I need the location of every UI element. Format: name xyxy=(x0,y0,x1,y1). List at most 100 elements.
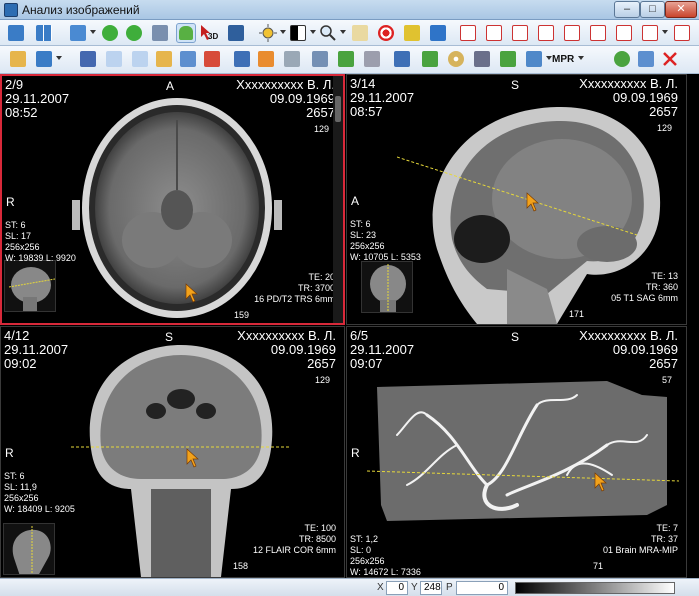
slice-thickness: ST: 6 xyxy=(4,471,25,481)
study-date: 29.11.2007 xyxy=(5,91,70,106)
pixel-value: 0 xyxy=(456,581,508,595)
birth-date: 09.09.1969 xyxy=(612,90,678,105)
mpr-button[interactable]: MPR xyxy=(552,54,574,65)
viewport-coronal[interactable]: 4/12 29.11.2007 09:02 Xxxxxxxxxx В. Л. 0… xyxy=(0,326,345,578)
patient-name: Xxxxxxxxxx В. Л. xyxy=(236,77,335,92)
mra-mip-image xyxy=(367,381,679,521)
matrix-size: 256x256 xyxy=(4,493,39,503)
angle-tool-icon[interactable] xyxy=(458,23,478,43)
paste-icon[interactable] xyxy=(130,49,150,69)
repetition-time: TR: 360 xyxy=(645,282,678,292)
patient-icon[interactable] xyxy=(176,23,196,43)
echo-time: TE: 20 xyxy=(308,272,335,282)
sync-icon[interactable] xyxy=(612,49,632,69)
box-icon[interactable] xyxy=(524,49,544,69)
study-date: 29.11.2007 xyxy=(4,342,69,357)
upload-icon[interactable] xyxy=(498,49,518,69)
pan-tool-icon[interactable] xyxy=(672,23,692,43)
roi-tool-icon[interactable] xyxy=(536,23,556,43)
arrow-tool-icon[interactable] xyxy=(562,23,582,43)
birth-date: 09.09.1969 xyxy=(269,91,335,106)
viewport-axial[interactable]: 2/9 29.11.2007 08:52 Xxxxxxxxxx В. Л. 09… xyxy=(0,74,345,325)
matrix-size: 256x256 xyxy=(5,242,40,252)
maximize-button[interactable]: □ xyxy=(640,1,665,18)
undo-icon[interactable] xyxy=(428,23,448,43)
close-button[interactable]: ✕ xyxy=(665,1,697,18)
sagittal-mri-image xyxy=(397,106,661,324)
shield-icon[interactable] xyxy=(402,23,422,43)
line-tool-icon[interactable] xyxy=(484,23,504,43)
orientation-top: S xyxy=(511,78,520,92)
window-level: W: 10705 L: 5353 xyxy=(350,252,421,262)
scale-bottom: 158 xyxy=(233,561,249,571)
add-icon[interactable] xyxy=(336,49,356,69)
layout-grid-icon[interactable] xyxy=(34,23,54,43)
grayscale-ramp xyxy=(515,582,675,594)
close-viewer-icon[interactable] xyxy=(660,49,680,69)
repetition-time: TR: 8500 xyxy=(298,534,336,544)
main-toolbar: 3D xyxy=(0,20,699,46)
series-layout-icon[interactable] xyxy=(68,23,88,43)
echo-time: TE: 7 xyxy=(656,523,678,533)
slice-location: SL: 23 xyxy=(350,230,377,240)
echo-time: TE: 100 xyxy=(304,523,336,533)
matrix-size: 256x256 xyxy=(350,241,385,251)
y-coordinate: 248 xyxy=(420,581,442,595)
x-coordinate: 0 xyxy=(386,581,408,595)
probe-tool-icon[interactable] xyxy=(614,23,634,43)
zoom-icon[interactable] xyxy=(318,23,338,43)
brightness-icon[interactable] xyxy=(258,23,278,43)
anonymize-icon[interactable] xyxy=(472,49,492,69)
cd-icon[interactable] xyxy=(446,49,466,69)
layout-1x1-icon[interactable] xyxy=(6,23,26,43)
orientation-left: R xyxy=(5,446,14,460)
delete-image-icon[interactable] xyxy=(202,49,222,69)
curve-tool-icon[interactable] xyxy=(588,23,608,43)
patient-name: Xxxxxxxxxx В. Л. xyxy=(237,328,336,343)
matrix-size: 256x256 xyxy=(350,556,385,566)
series-description: 01 Brain MRA-MIP xyxy=(602,545,678,555)
viewport-mra[interactable]: 6/5 29.11.2007 09:07 Xxxxxxxxxx В. Л. 09… xyxy=(346,326,687,578)
crop-tool-icon[interactable] xyxy=(640,23,660,43)
orientation-top: A xyxy=(166,79,175,93)
minimize-button[interactable]: – xyxy=(614,1,640,18)
film-icon[interactable] xyxy=(226,23,246,43)
orientation-top: S xyxy=(165,330,174,344)
ruler-tool-icon[interactable] xyxy=(510,23,530,43)
window-level: W: 19839 L: 9920 xyxy=(5,253,76,263)
import-icon[interactable] xyxy=(420,49,440,69)
forward-arrow-icon[interactable] xyxy=(124,23,144,43)
invert-icon[interactable] xyxy=(288,23,308,43)
network-icon[interactable] xyxy=(150,23,170,43)
y-label: Y xyxy=(411,582,418,593)
export-icon[interactable] xyxy=(362,49,382,69)
back-arrow-icon[interactable] xyxy=(100,23,120,43)
scout-thumbnail[interactable] xyxy=(3,523,55,575)
checklist-icon[interactable] xyxy=(636,49,656,69)
slice-location: SL: 17 xyxy=(5,231,32,241)
target-icon[interactable] xyxy=(376,23,396,43)
scale-bottom: 159 xyxy=(234,310,250,320)
scout-thumbnail[interactable] xyxy=(361,261,413,313)
image-index: 4/12 xyxy=(4,328,30,343)
scout-thumbnail[interactable] xyxy=(4,260,56,312)
image-index: 2/9 xyxy=(5,77,24,92)
gallery-icon[interactable] xyxy=(256,49,276,69)
print-icon[interactable] xyxy=(282,49,302,69)
document-icon[interactable] xyxy=(154,49,174,69)
disk-icon[interactable] xyxy=(392,49,412,69)
slice-location: SL: 0 xyxy=(350,545,372,555)
study-time: 09:07 xyxy=(350,356,383,371)
viewport-sagittal[interactable]: 3/14 29.11.2007 08:57 Xxxxxxxxxx В. Л. 0… xyxy=(346,74,687,325)
copy-icon[interactable] xyxy=(104,49,124,69)
measure-icon[interactable] xyxy=(350,23,370,43)
monitor-icon[interactable] xyxy=(310,49,330,69)
viewport-scrollbar[interactable] xyxy=(333,76,343,323)
save-icon[interactable] xyxy=(232,49,252,69)
patient-id: 2657 xyxy=(306,105,335,120)
layers-icon[interactable] xyxy=(178,49,198,69)
pen-icon[interactable] xyxy=(78,49,98,69)
grid-settings-icon[interactable] xyxy=(8,49,28,69)
scale-bottom: 71 xyxy=(593,561,604,571)
series-grid-icon[interactable] xyxy=(34,49,54,69)
